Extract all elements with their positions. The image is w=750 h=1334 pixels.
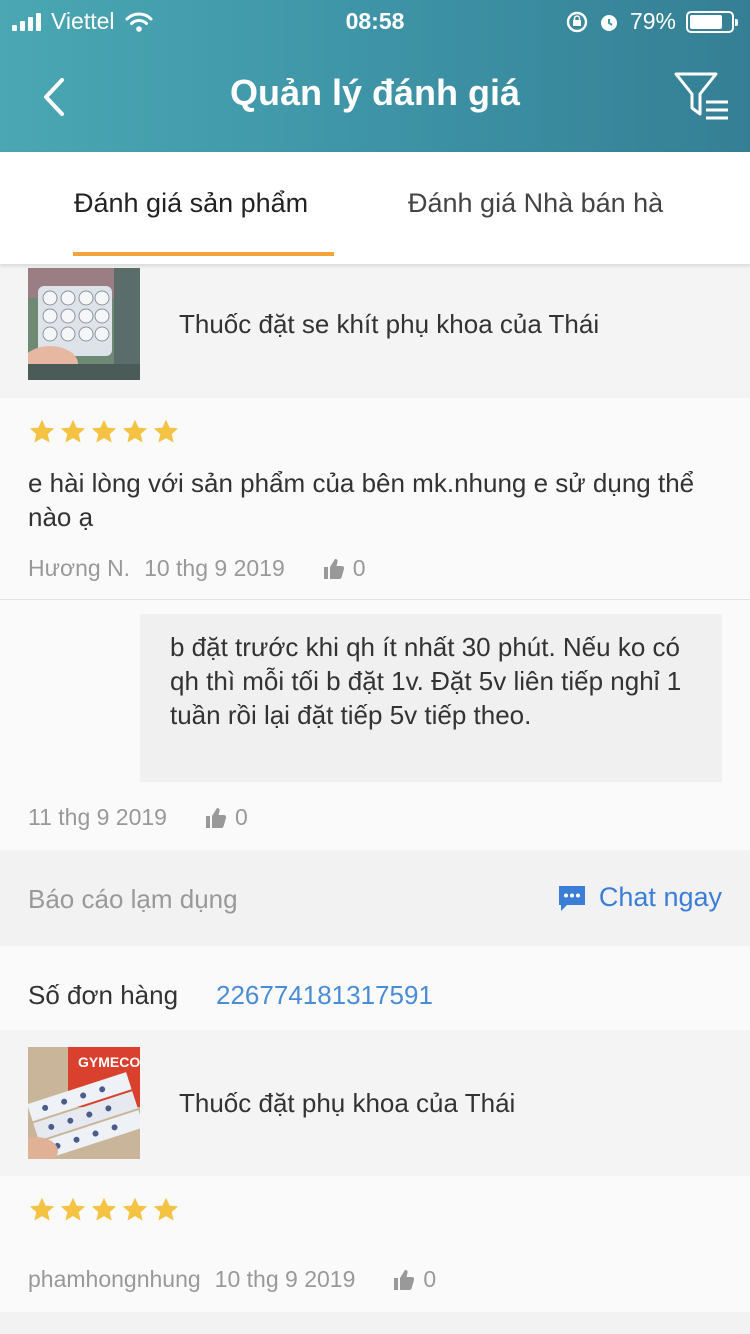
reply-like-count: 0 [234,804,248,830]
list-spacer [0,1312,750,1334]
tab-bar: Đánh giá sản phẩm Đánh giá Nhà bán hà [0,152,750,264]
like-count: 0 [352,555,366,581]
rating-stars [28,418,180,446]
filter-icon[interactable] [672,68,732,124]
active-tab-indicator [73,252,334,256]
battery-icon [686,10,738,33]
seller-reply-card: b đặt trước khi qh ít nhất 30 phút. Nếu … [0,600,750,850]
star-icon [122,419,148,443]
battery-percent: 79% [629,8,676,34]
review-text: e hài lòng với sản phẩm của bên mk.nhung… [28,468,695,532]
order-label: Số đơn hàng [28,980,179,1010]
alarm-icon [600,14,617,31]
star-icon [91,419,117,443]
chat-now-button[interactable]: Chat ngay [557,882,722,913]
star-icon [153,419,179,443]
tab-overflow-fade [670,152,750,264]
status-bar: Viettel 08:58 79% [0,0,750,40]
reply-date: 11 thg 9 2019 [28,804,167,830]
system-indicators: 79% [566,8,738,35]
page-title: Quản lý đánh giá [229,72,521,113]
svg-text:GYMECON: GYMECON [78,1054,140,1070]
order-number-link[interactable]: 226774181317591 [216,980,433,1011]
chat-icon [558,885,585,911]
review-date: 10 thg 9 2019 [144,555,285,581]
review-author: phamhongnhung [28,1266,201,1292]
star-icon [60,1197,86,1221]
star-icon [153,1197,179,1221]
thumbs-up-icon [394,1269,415,1290]
chat-now-label: Chat ngay [598,882,722,912]
star-icon [29,419,55,443]
thumbs-up-icon [323,558,344,579]
thumbs-up-icon [205,807,227,828]
review-actions: Báo cáo lạm dụng Chat ngay [0,850,750,946]
product-name: Thuốc đặt phụ khoa của Thái [179,1088,516,1118]
review-card: e hài lòng với sản phẩm của bên mk.nhung… [0,398,750,599]
order-row: Số đơn hàng 226774181317591 [0,946,750,1030]
tab-product-reviews[interactable]: Đánh giá sản phẩm [74,188,308,219]
nav-bar: Quản lý đánh giá [0,40,750,152]
reply-like-button[interactable]: 0 [205,804,248,831]
review-meta: Hương N. 10 thg 9 2019 0 [28,555,366,582]
reply-meta: 11 thg 9 2019 0 [28,804,248,831]
star-icon [122,1197,148,1221]
review-card: phamhongnhung 10 thg 9 2019 0 [0,1176,750,1312]
star-icon [29,1197,55,1221]
like-button[interactable]: 0 [323,555,366,582]
like-button[interactable]: 0 [393,1266,436,1293]
product-row[interactable]: Thuốc đặt se khít phụ khoa của Thái [0,264,750,398]
app-header: Viettel 08:58 79% Quản lý đánh giá [0,0,750,152]
product-name: Thuốc đặt se khít phụ khoa của Thái [179,309,600,339]
review-meta: phamhongnhung 10 thg 9 2019 0 [28,1266,436,1293]
product-thumbnail: GYMECON [28,1047,140,1159]
rating-stars [28,1196,180,1224]
like-count: 0 [423,1266,437,1292]
report-abuse-link[interactable]: Báo cáo lạm dụng [28,884,238,915]
star-icon [60,419,86,443]
review-date: 10 thg 9 2019 [214,1266,356,1292]
seller-reply-text: b đặt trước khi qh ít nhất 30 phút. Nếu … [140,614,722,782]
product-thumbnail [28,268,140,380]
review-author: Hương N. [28,555,131,581]
rotation-lock-icon [566,11,588,32]
tab-seller-reviews[interactable]: Đánh giá Nhà bán hà [408,188,663,219]
product-row[interactable]: GYMECON Thuốc đặt phụ khoa của Thái [0,1030,750,1176]
star-icon [91,1197,117,1221]
